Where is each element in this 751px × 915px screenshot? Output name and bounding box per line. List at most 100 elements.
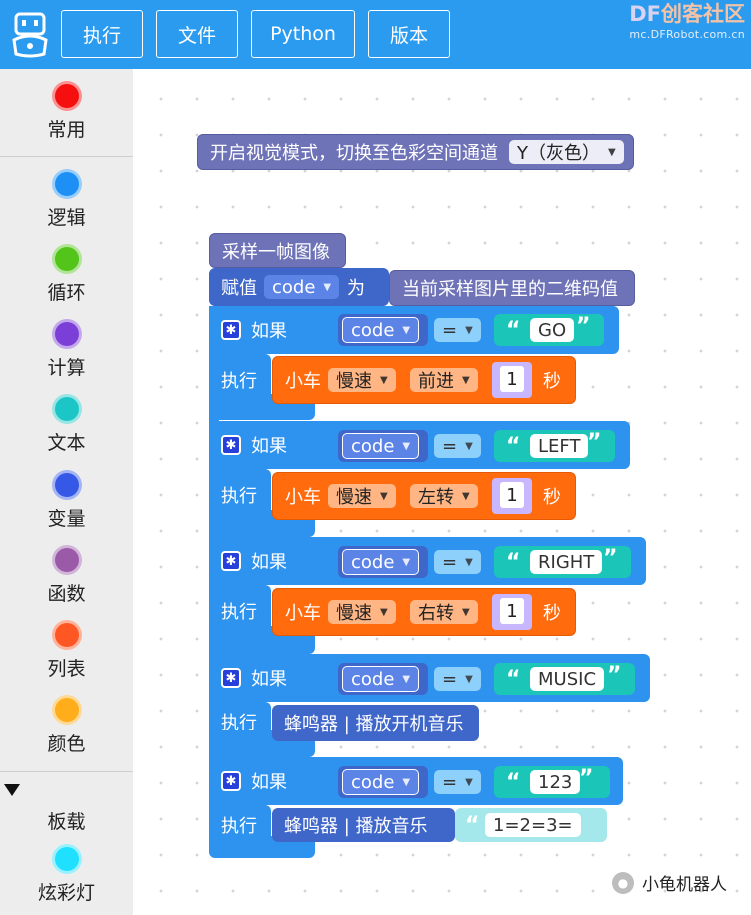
direction-value: 右转 bbox=[418, 603, 454, 624]
eq-operator-dropdown[interactable]: = ▼ bbox=[434, 318, 481, 342]
direction-value: 左转 bbox=[418, 487, 454, 508]
direction-dropdown[interactable]: 前进 ▼ bbox=[410, 368, 478, 392]
do-label: 执行 bbox=[221, 816, 257, 837]
category-function[interactable]: 函数 bbox=[0, 545, 133, 606]
if-label: 如果 bbox=[251, 436, 287, 457]
car-label: 小车 bbox=[285, 487, 321, 508]
category-list[interactable]: 列表 bbox=[0, 620, 133, 681]
category-dot-icon bbox=[51, 695, 82, 725]
duration-number-block[interactable]: 1 bbox=[492, 362, 532, 398]
category-loop[interactable]: 循环 bbox=[0, 244, 133, 305]
eq-operator-dropdown[interactable]: = ▼ bbox=[434, 667, 481, 691]
code-var-value: code bbox=[351, 668, 395, 690]
direction-dropdown[interactable]: 右转 ▼ bbox=[410, 600, 478, 624]
speed-dropdown[interactable]: 慢速 ▼ bbox=[328, 484, 396, 508]
collapse-arrow-icon[interactable] bbox=[4, 784, 20, 796]
category-label: 文本 bbox=[47, 432, 86, 454]
category-variable[interactable]: 变量 bbox=[0, 470, 133, 531]
gear-icon[interactable]: ✱ bbox=[221, 320, 241, 340]
buzzer-text: 蜂鸣器 | 播放开机音乐 bbox=[284, 714, 464, 735]
dropdown-arrow-icon: ▼ bbox=[465, 776, 473, 788]
vision-channel-dropdown[interactable]: Y（灰色） ▼ bbox=[509, 140, 624, 164]
buzzer-text: 蜂鸣器 | 播放音乐 bbox=[284, 816, 428, 837]
brand-name: 创客社区 bbox=[661, 2, 745, 26]
text-literal-value[interactable]: MUSIC bbox=[530, 667, 605, 691]
do-label: 执行 bbox=[221, 371, 257, 392]
speed-dropdown[interactable]: 慢速 ▼ bbox=[328, 600, 396, 624]
code-var-dropdown[interactable]: code ▼ bbox=[342, 549, 420, 575]
seconds-label: 秒 bbox=[543, 603, 561, 624]
speed-value: 慢速 bbox=[336, 487, 372, 508]
eq-value: = bbox=[442, 668, 458, 690]
assign-label: 赋值 bbox=[221, 278, 257, 299]
category-common[interactable]: 常用 bbox=[0, 81, 133, 142]
open-quote-icon: “ bbox=[506, 433, 521, 459]
category-dot-icon bbox=[51, 545, 82, 575]
category-dot-icon bbox=[51, 620, 82, 650]
category-text[interactable]: 文本 bbox=[0, 394, 133, 455]
seconds-label: 秒 bbox=[543, 371, 561, 392]
dropdown-arrow-icon: ▼ bbox=[380, 490, 388, 502]
code-var-dropdown[interactable]: code ▼ bbox=[342, 317, 420, 343]
dropdown-arrow-icon: ▼ bbox=[462, 606, 470, 618]
text-literal-value[interactable]: 123 bbox=[530, 770, 581, 794]
code-var-dropdown[interactable]: code ▼ bbox=[342, 769, 420, 795]
direction-dropdown[interactable]: 左转 ▼ bbox=[410, 484, 478, 508]
assign-as-label: 为 bbox=[347, 278, 365, 299]
watermark-text: 小龟机器人 bbox=[642, 875, 727, 895]
code-var-dropdown[interactable]: code ▼ bbox=[342, 666, 420, 692]
duration-value[interactable]: 1 bbox=[500, 598, 524, 624]
gear-icon[interactable]: ✱ bbox=[221, 771, 241, 791]
gear-icon[interactable]: ✱ bbox=[221, 551, 241, 571]
text-literal-value[interactable]: GO bbox=[530, 318, 575, 342]
eq-operator-dropdown[interactable]: = ▼ bbox=[434, 550, 481, 574]
brand-watermark: DF创客社区 mc.DFRobot.com.cn bbox=[629, 2, 745, 41]
eq-value: = bbox=[442, 319, 458, 341]
speed-dropdown[interactable]: 慢速 ▼ bbox=[328, 368, 396, 392]
text-literal-value[interactable]: LEFT bbox=[530, 434, 589, 458]
buzzer-play-music-block[interactable]: 蜂鸣器 | 播放音乐 bbox=[272, 808, 455, 842]
dropdown-arrow-icon: ▼ bbox=[465, 673, 473, 685]
category-dot-icon bbox=[51, 470, 82, 500]
file-button[interactable]: 文件 bbox=[156, 10, 238, 58]
category-color[interactable]: 颜色 bbox=[0, 695, 133, 756]
category-rgb-led[interactable]: 炫彩灯 bbox=[0, 844, 133, 905]
buzzer-boot-music-block[interactable]: 蜂鸣器 | 播放开机音乐 bbox=[272, 705, 479, 741]
close-quote-icon: ” bbox=[603, 546, 618, 571]
gear-icon[interactable]: ✱ bbox=[221, 668, 241, 688]
qr-value-block[interactable]: 当前采样图片里的二维码值 bbox=[389, 270, 635, 306]
open-quote-icon: “ bbox=[506, 666, 521, 692]
category-math[interactable]: 计算 bbox=[0, 319, 133, 380]
duration-number-block[interactable]: 1 bbox=[492, 478, 532, 514]
code-var-dropdown[interactable]: code ▼ bbox=[342, 433, 420, 459]
gear-icon[interactable]: ✱ bbox=[221, 435, 241, 455]
duration-value[interactable]: 1 bbox=[500, 366, 524, 392]
brand-df: DF bbox=[629, 2, 661, 26]
speed-value: 慢速 bbox=[336, 603, 372, 624]
run-button[interactable]: 执行 bbox=[61, 10, 143, 58]
python-button[interactable]: Python bbox=[251, 10, 355, 58]
eq-operator-dropdown[interactable]: = ▼ bbox=[434, 770, 481, 794]
dropdown-arrow-icon: ▼ bbox=[462, 374, 470, 386]
eq-value: = bbox=[442, 771, 458, 793]
qr-value-text: 当前采样图片里的二维码值 bbox=[402, 279, 618, 300]
category-label: 函数 bbox=[47, 583, 86, 605]
assign-var-dropdown[interactable]: code ▼ bbox=[264, 275, 340, 299]
duration-number-block[interactable]: 1 bbox=[492, 594, 532, 630]
open-quote-icon: “ bbox=[506, 317, 521, 343]
open-quote-icon: “ bbox=[506, 769, 521, 795]
notes-value[interactable]: 1=2=3= bbox=[485, 813, 581, 837]
seconds-label: 秒 bbox=[543, 487, 561, 508]
category-logic[interactable]: 逻辑 bbox=[0, 169, 133, 230]
version-button[interactable]: 版本 bbox=[368, 10, 450, 58]
board-group-label[interactable]: 板载 bbox=[0, 807, 133, 834]
text-literal-value[interactable]: RIGHT bbox=[530, 550, 603, 574]
dropdown-arrow-icon: ▼ bbox=[462, 490, 470, 502]
eq-operator-dropdown[interactable]: = ▼ bbox=[434, 434, 481, 458]
sample-image-block[interactable]: 采样一帧图像 bbox=[209, 233, 346, 268]
dropdown-arrow-icon: ▼ bbox=[380, 606, 388, 618]
category-label: 循环 bbox=[47, 282, 86, 304]
code-var-value: code bbox=[351, 319, 395, 341]
duration-value[interactable]: 1 bbox=[500, 482, 524, 508]
sample-block-text: 采样一帧图像 bbox=[222, 241, 330, 263]
